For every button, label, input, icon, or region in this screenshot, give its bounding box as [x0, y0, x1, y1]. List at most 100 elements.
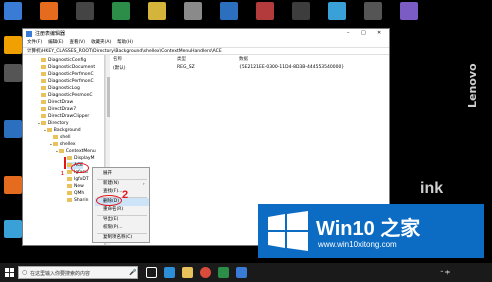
menu-file[interactable]: 文件(F) [27, 39, 42, 47]
address-bar[interactable]: 计算机\HKEY_CLASSES_ROOT\Directory\Backgrou… [23, 47, 389, 55]
watermark-url: www.win10xitong.com [318, 240, 397, 249]
desktop-icon-12[interactable] [400, 2, 418, 20]
system-tray[interactable]: ^ 中 [440, 270, 450, 276]
menu-item-export[interactable]: 导出(E) [103, 216, 118, 224]
desktop-icon-5[interactable] [148, 2, 166, 20]
tree-item[interactable]: QMh [67, 190, 84, 197]
task-view-icon[interactable] [146, 267, 157, 278]
column-data[interactable]: 数据 [239, 56, 248, 62]
scrollbar-thumb[interactable] [107, 77, 110, 117]
menu-favorites[interactable]: 收藏夹(A) [91, 39, 111, 47]
annotation-ring-ace [71, 163, 89, 173]
column-type[interactable]: 类型 [177, 56, 186, 62]
annotation-step-2-label: 2 [122, 189, 129, 201]
tree-item[interactable]: Sharin [67, 197, 88, 204]
regedit-taskbar-icon[interactable] [236, 267, 247, 278]
tree-item[interactable]: DirectDraw7 [41, 106, 76, 113]
folder-icon [46, 127, 52, 132]
tree-item[interactable]: DisplayM [67, 155, 94, 162]
tree-item[interactable]: DiagnosticDocument [41, 64, 95, 71]
tree-item-directory[interactable]: ⌄ Directory [37, 120, 69, 127]
desktop-icon-11[interactable] [364, 2, 382, 20]
desktop-icon-8[interactable] [256, 2, 274, 20]
file-explorer-icon[interactable] [182, 267, 193, 278]
tree-item[interactable]: DiagnosticConfig [41, 57, 86, 64]
regedit-title: 注册表编辑器 [35, 31, 66, 37]
search-placeholder: 在这里输入你要搜索的内容 [30, 271, 91, 277]
desktop-icon-left-5[interactable] [4, 220, 22, 238]
folder-icon [41, 113, 46, 118]
folder-icon [41, 78, 46, 83]
lenovo-brand-text: Lenovo [466, 63, 479, 108]
menu-edit[interactable]: 编辑(E) [48, 39, 63, 47]
maximize-icon[interactable]: □ [361, 30, 366, 36]
tree-item[interactable]: DiagnosticPerfmonC [41, 78, 94, 85]
desktop-icon-10[interactable] [328, 2, 346, 20]
menu-help[interactable]: 帮助(H) [117, 39, 133, 47]
menu-item-expand[interactable]: 展开 [103, 170, 112, 178]
tree-item[interactable]: DiagnosticPesmonC [41, 92, 93, 99]
taskbar-search-box[interactable]: ○ 在这里输入你要搜索的内容 🎤 [18, 266, 138, 279]
windows-logo-icon [268, 211, 308, 251]
desktop-icon-left-4[interactable] [4, 176, 22, 194]
folder-icon [67, 190, 72, 195]
win10-watermark: Win10 之家 www.win10xitong.com [258, 204, 484, 258]
menu-item-new[interactable]: 新建(N) [103, 180, 119, 188]
desktop-icon-left-2[interactable] [4, 64, 22, 82]
search-icon: ○ [22, 269, 28, 276]
annotation-ring-delete [96, 195, 122, 206]
folder-icon [67, 176, 72, 181]
value-type: REG_SZ [177, 65, 195, 70]
desktop-icon-9[interactable] [292, 2, 310, 20]
chrome-icon[interactable] [200, 267, 211, 278]
menu-item-rename[interactable]: 重命名(R) [103, 206, 123, 214]
tree-item-shell[interactable]: shell [53, 134, 70, 141]
value-name[interactable]: (默认) [113, 65, 126, 71]
folder-icon [58, 148, 64, 153]
desktop-icon-7[interactable] [220, 2, 238, 20]
folder-icon [41, 106, 46, 111]
folder-icon [52, 141, 58, 146]
regedit-menubar: 文件(F) 编辑(E) 查看(V) 收藏夹(A) 帮助(H) [23, 39, 389, 47]
taskbar-app-icon[interactable] [218, 267, 229, 278]
folder-icon [41, 57, 46, 62]
annotation-step-1-mark [64, 157, 66, 169]
column-name[interactable]: 名称 [113, 56, 122, 62]
desktop-icon-left-1[interactable] [4, 36, 22, 54]
wallpaper-text: ink [420, 180, 444, 197]
minimize-icon[interactable]: – [347, 30, 350, 36]
tree-item-background[interactable]: ⌄ Background [43, 127, 81, 134]
menu-view[interactable]: 查看(V) [69, 39, 85, 47]
chevron-right-icon: › [143, 181, 145, 186]
desktop-icon-4[interactable] [112, 2, 130, 20]
folder-icon [40, 120, 46, 125]
watermark-title: Win10 之家 [316, 218, 421, 240]
desktop-icon-2[interactable] [40, 2, 58, 20]
desktop-icon-1[interactable] [4, 2, 22, 20]
edge-browser-icon[interactable] [164, 267, 175, 278]
tree-item[interactable]: IgfxDT [67, 176, 89, 183]
folder-icon [41, 64, 46, 69]
folder-icon [41, 85, 46, 90]
close-icon[interactable]: ✕ [377, 30, 381, 36]
microphone-icon[interactable]: 🎤 [129, 269, 136, 276]
folder-icon [41, 92, 46, 97]
folder-icon [67, 155, 72, 160]
tree-item[interactable]: New [67, 183, 84, 190]
tree-item-contextmenu[interactable]: ⌄ ContextMenu [55, 148, 96, 155]
tree-item[interactable]: DirectDraw [41, 99, 73, 106]
tree-item-shellex[interactable]: ⌄ shellex [49, 141, 76, 148]
regedit-app-icon [26, 31, 32, 37]
regedit-titlebar[interactable]: 注册表编辑器 – □ ✕ [23, 29, 389, 39]
menu-item-copy-key-name[interactable]: 复制项名称(C) [103, 234, 132, 242]
tree-item[interactable]: DiagnosticPerfmonC [41, 71, 94, 78]
desktop-icon-left-3[interactable] [4, 120, 22, 138]
taskbar: ○ 在这里输入你要搜索的内容 🎤 ^ 中 [0, 263, 492, 282]
tree-item[interactable]: DirectDrawClipper [41, 113, 89, 120]
start-windows-icon[interactable] [5, 268, 14, 277]
menu-item-permissions[interactable]: 权限(P)... [103, 224, 123, 232]
desktop-icon-6[interactable] [184, 2, 202, 20]
desktop-icon-3[interactable] [76, 2, 94, 20]
folder-icon [53, 134, 58, 139]
tree-item[interactable]: DiagnosticLog [41, 85, 80, 92]
